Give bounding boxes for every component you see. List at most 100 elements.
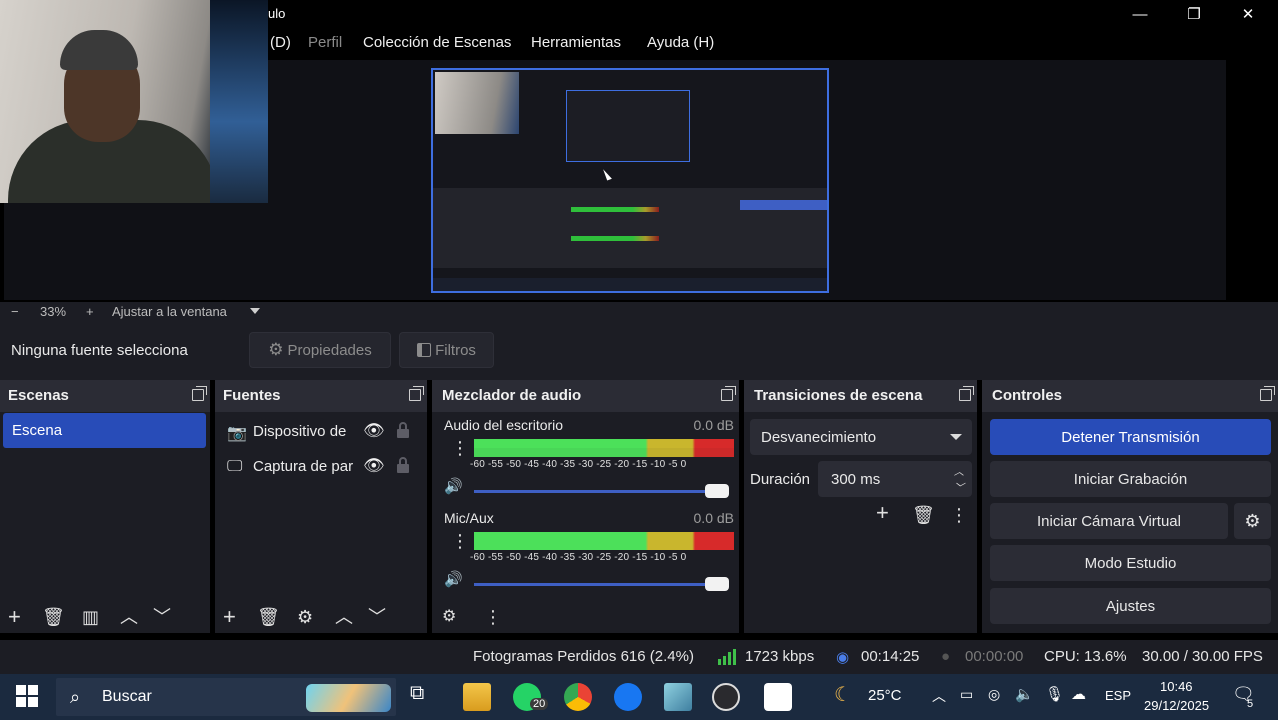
nested-screen-capture[interactable]	[431, 68, 829, 293]
more-options-icon[interactable]: ⋮	[451, 439, 469, 457]
taskbar-search[interactable]: ⌕ Buscar	[56, 678, 396, 716]
trash-icon[interactable]: 🗑	[912, 505, 935, 525]
advanced-audio-icon[interactable]: ⚙	[442, 607, 456, 627]
move-up-icon[interactable]: ︿	[120, 607, 138, 627]
source-item[interactable]: 📷 Dispositivo de 👁	[215, 415, 427, 449]
add-scene-icon[interactable]: +	[8, 606, 21, 628]
weather-temp[interactable]: 25°C	[868, 687, 902, 704]
start-virtual-camera-button[interactable]: Iniciar Cámara Virtual	[990, 503, 1228, 539]
trash-icon[interactable]: 🗑	[42, 607, 65, 627]
zoom-fit-dropdown[interactable]: Ajustar a la ventana	[112, 304, 227, 319]
transition-select[interactable]: Desvanecimiento	[750, 419, 972, 455]
menu-item-profile[interactable]: Perfil	[308, 34, 342, 51]
more-options-icon[interactable]: ⋮	[484, 607, 502, 627]
float-dock-icon[interactable]	[959, 386, 974, 401]
bitrate: 1723 kbps	[745, 648, 815, 665]
maximize-button[interactable]: ❐	[1167, 0, 1221, 28]
facebook-icon[interactable]	[614, 683, 642, 711]
source-label: Captura de par	[253, 458, 353, 475]
volume-meter	[474, 532, 734, 541]
float-dock-icon[interactable]	[1260, 386, 1275, 401]
whatsapp-badge: 20	[530, 698, 549, 710]
source-item[interactable]: 🖵 Captura de par 👁	[215, 450, 427, 484]
search-highlight-image	[306, 684, 391, 712]
menu-item-help[interactable]: Ayuda (H)	[647, 34, 714, 51]
chevron-down-icon[interactable]	[250, 308, 260, 314]
meter-fill	[474, 532, 734, 541]
virtual-camera-settings-button[interactable]: ⚙	[1234, 503, 1271, 539]
mixer-title: Mezclador de audio	[442, 387, 582, 404]
start-recording-button[interactable]: Iniciar Grabación	[990, 461, 1271, 497]
chevron-up-icon[interactable]: ︿	[932, 686, 946, 706]
float-dock-icon[interactable]	[409, 386, 424, 401]
menu-item-view[interactable]: (D)	[270, 34, 291, 51]
meter-scale: -60 -55 -50 -45 -40 -35 -30 -25 -20 -15 …	[470, 552, 687, 563]
sources-title: Fuentes	[223, 387, 281, 404]
camera-icon: 📷	[227, 425, 247, 442]
network-icon[interactable]: ☁	[1071, 685, 1086, 703]
add-transition-icon[interactable]: +	[876, 502, 889, 524]
stop-stream-button[interactable]: Detener Transmisión	[990, 419, 1271, 455]
file-explorer-icon[interactable]	[463, 683, 491, 711]
volume-slider[interactable]	[474, 490, 724, 493]
studio-mode-button[interactable]: Modo Estudio	[990, 545, 1271, 581]
eye-icon[interactable]: 👁	[363, 456, 385, 476]
move-down-icon[interactable]: ﹀	[153, 607, 171, 627]
lock-icon[interactable]	[397, 422, 409, 438]
more-options-icon[interactable]: ⋮	[950, 505, 968, 525]
menu-item-tools[interactable]: Herramientas	[531, 34, 621, 51]
taskbar: ⌕ Buscar ⧉ 20 ☾ 25°C ︿ ▭ ◎ 🔈 🎙 ☁ ESP 10:…	[0, 674, 1278, 720]
zoom-in-button[interactable]: +	[86, 304, 94, 319]
filters-button[interactable]: Filtros	[399, 332, 494, 368]
transitions-dock: Transiciones de escena + 🗑 ⋮	[744, 380, 977, 633]
minimize-button[interactable]: —	[1113, 0, 1167, 28]
close-button[interactable]: ✕	[1221, 0, 1275, 28]
selected-source-label: Ninguna fuente selecciona	[11, 342, 188, 359]
properties-button[interactable]: ⚙ Propiedades	[249, 332, 391, 368]
speaker-icon[interactable]: 🔊	[444, 477, 463, 495]
speaker-icon[interactable]: 🔊	[444, 570, 463, 588]
chevron-down-icon[interactable]: ﹀	[954, 479, 964, 494]
lock-icon[interactable]	[397, 457, 409, 473]
battery-icon[interactable]: ▭	[960, 686, 973, 703]
webcam-tray-icon[interactable]: ◎	[988, 686, 1000, 703]
notes-app-icon[interactable]	[664, 683, 692, 711]
stream-time: 00:14:25	[861, 648, 920, 665]
task-view-icon[interactable]: ⧉	[410, 682, 424, 705]
settings-button[interactable]: Ajustes	[990, 588, 1271, 624]
clock-date[interactable]: 29/12/2025	[1144, 698, 1209, 713]
more-options-icon[interactable]: ⋮	[451, 532, 469, 550]
clock-time[interactable]: 10:46	[1160, 679, 1193, 694]
obs-icon[interactable]	[712, 683, 740, 711]
volume-icon[interactable]: 🔈	[1015, 685, 1034, 703]
zoom-level: 33%	[40, 304, 67, 319]
mixer-track-desktop: Audio del escritorio 0.0 dB ⋮ -60 -55 -5…	[432, 417, 742, 509]
chrome-icon[interactable]	[564, 683, 592, 711]
menu-item-scene-collection[interactable]: Colección de Escenas	[363, 34, 511, 51]
volume-meter	[474, 448, 734, 457]
volume-slider-handle[interactable]	[705, 484, 729, 498]
sources-dock: Fuentes 📷 Dispositivo de 👁 🖵 Captura de …	[215, 380, 427, 633]
move-up-icon[interactable]: ︿	[335, 607, 353, 627]
move-down-icon[interactable]: ﹀	[368, 607, 386, 627]
zoom-out-button[interactable]: −	[11, 304, 19, 319]
capcut-icon[interactable]	[764, 683, 792, 711]
float-dock-icon[interactable]	[192, 386, 207, 401]
duration-input[interactable]: 300 ms ︿ ﹀	[818, 461, 972, 497]
gear-icon[interactable]: ⚙	[297, 607, 313, 627]
language-indicator[interactable]: ESP	[1105, 688, 1131, 703]
signal-bars-icon	[718, 649, 736, 669]
eye-icon[interactable]: 👁	[363, 421, 385, 441]
chevron-up-icon[interactable]: ︿	[954, 463, 964, 478]
trash-icon[interactable]: 🗑	[257, 607, 280, 627]
add-source-icon[interactable]: +	[223, 606, 236, 628]
windows-start-icon[interactable]	[16, 685, 38, 711]
volume-slider-handle[interactable]	[705, 577, 729, 591]
scene-filters-icon[interactable]: ▥	[82, 607, 99, 627]
float-dock-icon[interactable]	[721, 386, 736, 401]
microphone-icon[interactable]: 🎙	[1045, 685, 1064, 703]
transition-selected-label: Desvanecimiento	[761, 429, 877, 446]
volume-meter	[474, 541, 734, 550]
volume-slider[interactable]	[474, 583, 724, 586]
scene-item[interactable]: Escena	[3, 413, 206, 448]
